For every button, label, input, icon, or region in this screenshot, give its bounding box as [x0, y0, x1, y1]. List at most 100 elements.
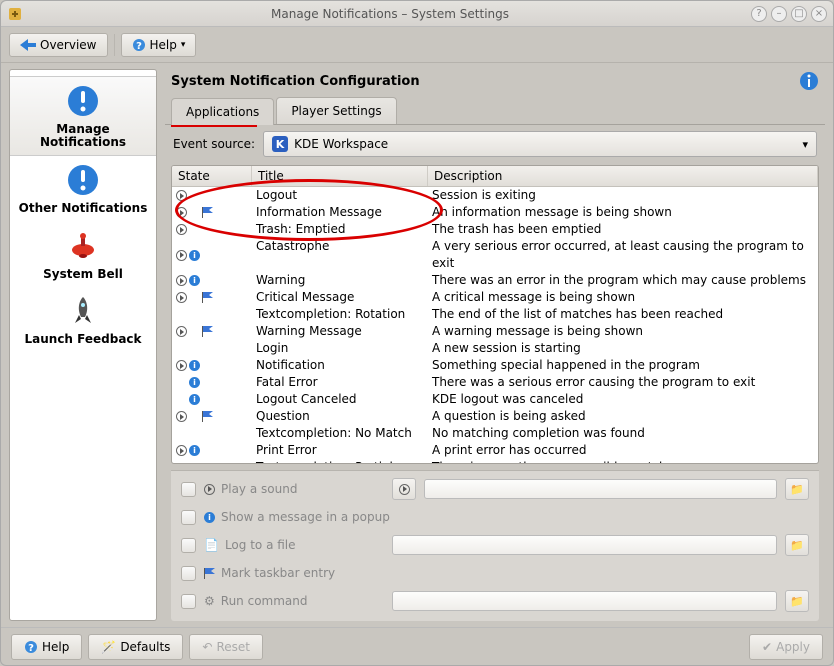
help-button-titlebar[interactable]: ?	[751, 6, 767, 22]
title-cell: Question	[252, 408, 428, 425]
table-row[interactable]: Textcompletion: No MatchNo matching comp…	[172, 425, 818, 442]
table-row[interactable]: i Logout CanceledKDE logout was canceled	[172, 391, 818, 408]
sidebar-item-label: Other Notifications	[14, 202, 152, 215]
play-icon	[176, 275, 187, 286]
table-row[interactable]: iFatal ErrorThere was a serious error ca…	[172, 374, 818, 391]
description-cell: There was an error in the program which …	[428, 272, 818, 289]
browse-sound-button[interactable]: 📁	[785, 478, 809, 500]
settings-window: Manage Notifications – System Settings ?…	[0, 0, 834, 666]
state-cell	[172, 204, 252, 221]
description-cell: The end of the list of matches has been …	[428, 306, 818, 323]
table-row[interactable]: Textcompletion: Partial MatchThere is mo…	[172, 459, 818, 463]
window-controls: ? – □ ×	[751, 6, 827, 22]
description-cell: A question is being asked	[428, 408, 818, 425]
play-icon	[176, 411, 187, 422]
table-row[interactable]: iWarningThere was an error in the progra…	[172, 272, 818, 289]
file-icon: 📄	[204, 538, 219, 552]
close-button[interactable]: ×	[811, 6, 827, 22]
table-row[interactable]: QuestionA question is being asked	[172, 408, 818, 425]
browse-log-button[interactable]: 📁	[785, 534, 809, 556]
other-notifications-icon	[65, 162, 101, 198]
description-cell: A new session is starting	[428, 340, 818, 357]
info-icon[interactable]	[799, 71, 819, 91]
table-row[interactable]: LogoutSession is exiting	[172, 187, 818, 204]
browse-command-button[interactable]: 📁	[785, 590, 809, 612]
table-body[interactable]: LogoutSession is exitingInformation Mess…	[172, 187, 818, 463]
event-options-panel: Play a sound 📁 i Show a message in a pop…	[171, 470, 819, 621]
column-title[interactable]: Title	[252, 166, 428, 186]
table-row[interactable]: Warning MessageA warning message is bein…	[172, 323, 818, 340]
chevron-down-icon: ▾	[802, 138, 808, 151]
popup-checkbox[interactable]	[181, 510, 196, 525]
reset-button[interactable]: ↶ Reset	[189, 634, 263, 660]
state-cell	[172, 425, 252, 442]
state-cell	[172, 340, 252, 357]
description-cell: A very serious error occurred, at least …	[428, 238, 818, 272]
state-cell	[172, 408, 252, 425]
table-row[interactable]: Trash: EmptiedThe trash has been emptied	[172, 221, 818, 238]
play-sound-checkbox[interactable]	[181, 482, 196, 497]
svg-text:K: K	[276, 138, 285, 151]
help-icon: ?	[132, 38, 146, 52]
event-source-dropdown[interactable]: K KDE Workspace ▾	[263, 131, 817, 157]
table-row[interactable]: LoginA new session is starting	[172, 340, 818, 357]
bell-icon	[65, 228, 101, 264]
preview-sound-button[interactable]	[392, 478, 416, 500]
option-popup-row: i Show a message in a popup	[181, 503, 809, 531]
command-input[interactable]	[392, 591, 777, 611]
column-description[interactable]: Description	[428, 166, 818, 186]
table-row[interactable]: iPrint ErrorA print error has occurred	[172, 442, 818, 459]
events-table: State Title Description LogoutSession is…	[171, 165, 819, 464]
table-row[interactable]: iNotificationSomething special happened …	[172, 357, 818, 374]
defaults-button[interactable]: 🪄 Defaults	[88, 634, 183, 660]
help-button[interactable]: ? Help	[11, 634, 82, 660]
taskbar-checkbox[interactable]	[181, 566, 196, 581]
apply-button[interactable]: ✔ Apply	[749, 634, 823, 660]
play-icon	[176, 250, 187, 261]
state-cell	[172, 459, 252, 463]
title-cell: Logout Canceled	[252, 391, 428, 408]
sidebar-item-manage-notifications[interactable]: Manage Notifications	[10, 76, 156, 156]
table-row[interactable]: Textcompletion: RotationThe end of the l…	[172, 306, 818, 323]
overview-button[interactable]: Overview	[9, 33, 108, 57]
state-cell	[172, 306, 252, 323]
table-row[interactable]: Information MessageAn information messag…	[172, 204, 818, 221]
gear-icon: ⚙	[204, 594, 215, 608]
table-row[interactable]: Critical MessageA critical message is be…	[172, 289, 818, 306]
sidebar-item-system-bell[interactable]: System Bell	[10, 222, 156, 287]
info-icon: i	[189, 275, 200, 286]
help-menu-button[interactable]: ? Help ▾	[121, 33, 197, 57]
log-file-input[interactable]	[392, 535, 777, 555]
play-icon	[176, 292, 187, 303]
tab-player-settings[interactable]: Player Settings	[276, 97, 396, 124]
description-cell: No matching completion was found	[428, 425, 818, 442]
footer-buttons: ? Help 🪄 Defaults ↶ Reset ✔ Apply	[1, 627, 833, 665]
sound-file-input[interactable]	[424, 479, 777, 499]
event-source-value: KDE Workspace	[294, 137, 388, 151]
description-cell: KDE logout was canceled	[428, 391, 818, 408]
info-icon: i	[189, 394, 200, 405]
titlebar: Manage Notifications – System Settings ?…	[1, 1, 833, 27]
column-state[interactable]: State	[172, 166, 252, 186]
info-icon: i	[189, 360, 200, 371]
title-cell: Notification	[252, 357, 428, 374]
tab-bar: Applications Player Settings	[165, 97, 825, 125]
sidebar-item-other-notifications[interactable]: Other Notifications	[10, 156, 156, 221]
run-checkbox[interactable]	[181, 594, 196, 609]
table-row[interactable]: iCatastropheA very serious error occurre…	[172, 238, 818, 272]
minimize-button[interactable]: –	[771, 6, 787, 22]
maximize-button[interactable]: □	[791, 6, 807, 22]
log-checkbox[interactable]	[181, 538, 196, 553]
toolbar-separator	[114, 34, 115, 56]
toolbar: Overview ? Help ▾	[1, 27, 833, 63]
option-play-sound-row: Play a sound 📁	[181, 475, 809, 503]
page-title: System Notification Configuration	[171, 74, 799, 89]
sidebar-item-launch-feedback[interactable]: Launch Feedback	[10, 287, 156, 352]
tab-applications[interactable]: Applications	[171, 98, 274, 125]
sidebar-item-label: Launch Feedback	[14, 333, 152, 346]
option-run-command-row: ⚙ Run command 📁	[181, 587, 809, 615]
flag-icon	[202, 326, 213, 337]
play-sound-label: Play a sound	[221, 482, 297, 496]
annotation-underline	[171, 125, 257, 127]
event-source-label: Event source:	[173, 137, 255, 151]
